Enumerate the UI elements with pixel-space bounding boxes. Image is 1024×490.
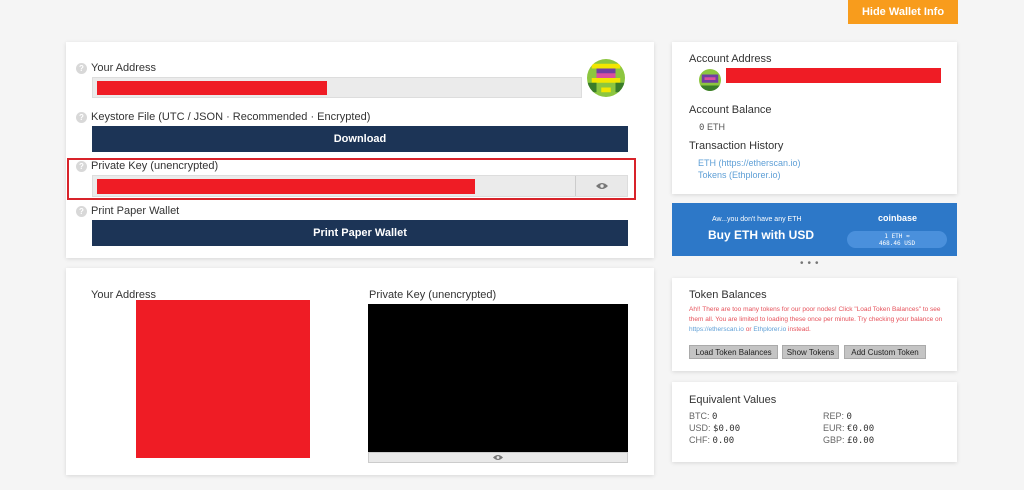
ethplorer-warning-link[interactable]: Ethplorer.io	[753, 326, 786, 333]
print-paper-wallet-button[interactable]: Print Paper Wallet	[92, 220, 628, 246]
download-button[interactable]: Download	[92, 126, 628, 152]
redacted-address	[97, 81, 327, 95]
account-balance-label: Account Balance	[689, 104, 772, 116]
show-private-key-qr-button[interactable]	[368, 452, 628, 463]
token-balances-title: Token Balances	[689, 289, 767, 301]
hide-wallet-info-button[interactable]: Hide Wallet Info	[848, 0, 958, 24]
account-address-label: Account Address	[689, 53, 772, 65]
address-qr-redacted	[136, 300, 310, 458]
identicon-avatar	[587, 59, 625, 97]
account-balance: 0 ETH	[699, 122, 725, 133]
carousel-dots[interactable]: •••	[800, 258, 823, 269]
etherscan-link[interactable]: ETH (https://etherscan.io)	[698, 158, 801, 168]
keystore-label: ? Keystore File (UTC / JSON · Recommende…	[76, 111, 370, 123]
token-balances-card: Token Balances Ah!! There are too many t…	[672, 278, 957, 371]
redacted-account-address	[726, 68, 941, 83]
show-tokens-button[interactable]: Show Tokens	[782, 345, 839, 359]
wallet-info-card: ? Your Address ? Keystore File (UTC / JS…	[66, 42, 654, 258]
help-icon[interactable]: ?	[76, 62, 87, 74]
add-custom-token-button[interactable]: Add Custom Token	[844, 345, 926, 359]
print-paper-wallet-label: ? Print Paper Wallet	[76, 205, 179, 217]
eur-value: EUR: €0.00	[823, 423, 875, 434]
usd-value: USD: $0.00	[689, 423, 741, 434]
load-token-balances-button[interactable]: Load Token Balances	[689, 345, 778, 359]
paper-private-key-label: Private Key (unencrypted)	[369, 289, 497, 301]
coinbase-logo: coinbase	[878, 213, 918, 223]
promo-cta: Buy ETH with USD	[708, 228, 815, 242]
help-icon[interactable]: ?	[76, 205, 87, 217]
btc-value: BTC: 0	[689, 411, 718, 422]
your-address-label: ? Your Address	[76, 62, 156, 74]
promo-tagline: Aw...you don't have any ETH	[712, 216, 802, 223]
coinbase-promo-banner[interactable]: Aw...you don't have any ETH Buy ETH with…	[672, 203, 957, 256]
transaction-history-label: Transaction History	[689, 140, 784, 152]
ethplorer-link[interactable]: Tokens (Ethplorer.io)	[698, 170, 781, 180]
private-key-qr	[368, 304, 628, 452]
token-warning: Ah!! There are too many tokens for our p…	[689, 306, 943, 333]
equivalent-values-card: Equivalent Values BTC: 0 REP: 0 USD: $0.…	[672, 382, 957, 462]
address-field[interactable]	[92, 77, 582, 98]
account-card: Account Address Account Balance 0 ETH Tr…	[672, 42, 957, 194]
chf-value: CHF: 0.00	[689, 435, 735, 446]
account-identicon	[699, 69, 721, 91]
private-key-highlight	[67, 158, 636, 200]
eye-icon	[493, 455, 503, 460]
eth-rate-pill: 1 ETH ≈ 468.46 USD	[847, 231, 947, 248]
etherscan-warning-link[interactable]: https://etherscan.io	[689, 326, 744, 333]
gbp-value: GBP: £0.00	[823, 435, 875, 446]
equivalent-values-title: Equivalent Values	[689, 394, 777, 406]
rep-value: REP: 0	[823, 411, 852, 422]
help-icon[interactable]: ?	[76, 111, 87, 123]
paper-wallet-card: Your Address Private Key (unencrypted)	[66, 268, 654, 475]
